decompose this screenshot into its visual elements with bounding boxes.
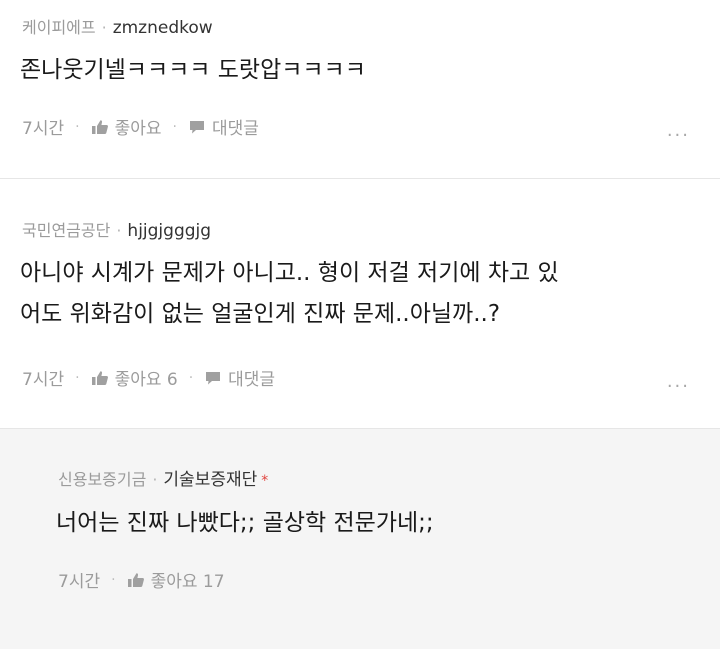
reply-label: 대댓글 — [228, 370, 276, 390]
separator-dot: · — [116, 221, 122, 240]
nickname[interactable]: zmznedkow — [113, 18, 213, 38]
speech-bubble-icon — [188, 119, 206, 135]
comment-time: 7시간 — [22, 370, 65, 390]
reply-button[interactable]: 대댓글 — [204, 365, 275, 390]
reply-button[interactable]: 대댓글 — [188, 114, 259, 139]
comment-text-line: 너어는 진짜 나빴다;; 골상학 전문가네;; — [56, 510, 434, 536]
separator-dot: · — [75, 118, 80, 135]
comment-actions: 7시간 · 좋아요 · 대댓글 — [22, 114, 259, 140]
company-name: 케이피에프 — [22, 18, 96, 37]
like-button[interactable]: 좋아요 6 — [91, 365, 178, 390]
comment-text: 존나웃기넬ㅋㅋㅋㅋ 도랏압ㅋㅋㅋㅋ — [20, 50, 366, 91]
separator-dot: · — [172, 118, 177, 135]
separator-dot: · — [152, 470, 158, 489]
comment-text-line: 아니야 시계가 문제가 아니고.. 형이 저걸 저기에 차고 있 — [20, 260, 559, 286]
like-label: 좋아요 — [114, 119, 162, 139]
reply-comment-item: 신용보증기금 · 기술보증재단 * 너어는 진짜 나빴다;; 골상학 전문가네;; 7… — [0, 428, 720, 649]
comment-item: 국민연금공단 · hjjgjgggjg 아니야 시계가 문제가 아니고.. 형이 저… — [0, 178, 720, 428]
reply-label: 대댓글 — [211, 119, 259, 139]
comment-actions: 7시간 · 좋아요 17 — [58, 567, 225, 593]
comment-text-line: 존나웃기넬ㅋㅋㅋㅋ 도랏압ㅋㅋㅋㅋ — [20, 57, 366, 83]
comment-text-line: 어도 위화감이 없는 얼굴인게 진짜 문제..아닐까..? — [20, 301, 501, 327]
more-options-button[interactable]: ... — [667, 371, 690, 392]
nickname[interactable]: 기술보증재단 — [163, 470, 257, 490]
separator-dot: · — [188, 369, 194, 386]
separator-dot: · — [75, 369, 80, 386]
comment-text: 너어는 진짜 나빴다;; 골상학 전문가네;; — [56, 503, 434, 544]
comment-meta: 신용보증기금 · 기술보증재단 * — [58, 465, 268, 490]
speech-bubble-icon — [204, 370, 222, 386]
comment-text: 아니야 시계가 문제가 아니고.. 형이 저걸 저기에 차고 있 어도 위화감이… — [20, 253, 559, 335]
comment-meta: 국민연금공단 · hjjgjgggjg — [22, 217, 211, 241]
thumbs-up-icon — [91, 370, 109, 386]
nickname[interactable]: hjjgjgggjg — [127, 221, 211, 241]
separator-dot: · — [101, 18, 107, 37]
thumbs-up-icon — [127, 572, 145, 588]
thumbs-up-icon — [91, 119, 109, 135]
comment-time: 7시간 — [22, 119, 65, 139]
comment-actions: 7시간 · 좋아요 6 · 대댓글 — [22, 365, 275, 391]
comment-item: 케이피에프 · zmznedkow 존나웃기넬ㅋㅋㅋㅋ 도랏압ㅋㅋㅋㅋ 7시간 · … — [0, 0, 720, 178]
like-label: 좋아요 17 — [150, 572, 225, 592]
like-label: 좋아요 6 — [114, 370, 178, 390]
company-name: 신용보증기금 — [58, 470, 147, 489]
like-button[interactable]: 좋아요 — [91, 114, 162, 139]
company-name: 국민연금공단 — [22, 221, 111, 240]
author-mark: * — [261, 473, 269, 489]
like-button[interactable]: 좋아요 17 — [127, 567, 225, 592]
more-options-button[interactable]: ... — [667, 120, 690, 141]
comment-meta: 케이피에프 · zmznedkow — [22, 14, 213, 38]
comment-time: 7시간 — [58, 572, 101, 592]
separator-dot: · — [111, 571, 116, 588]
